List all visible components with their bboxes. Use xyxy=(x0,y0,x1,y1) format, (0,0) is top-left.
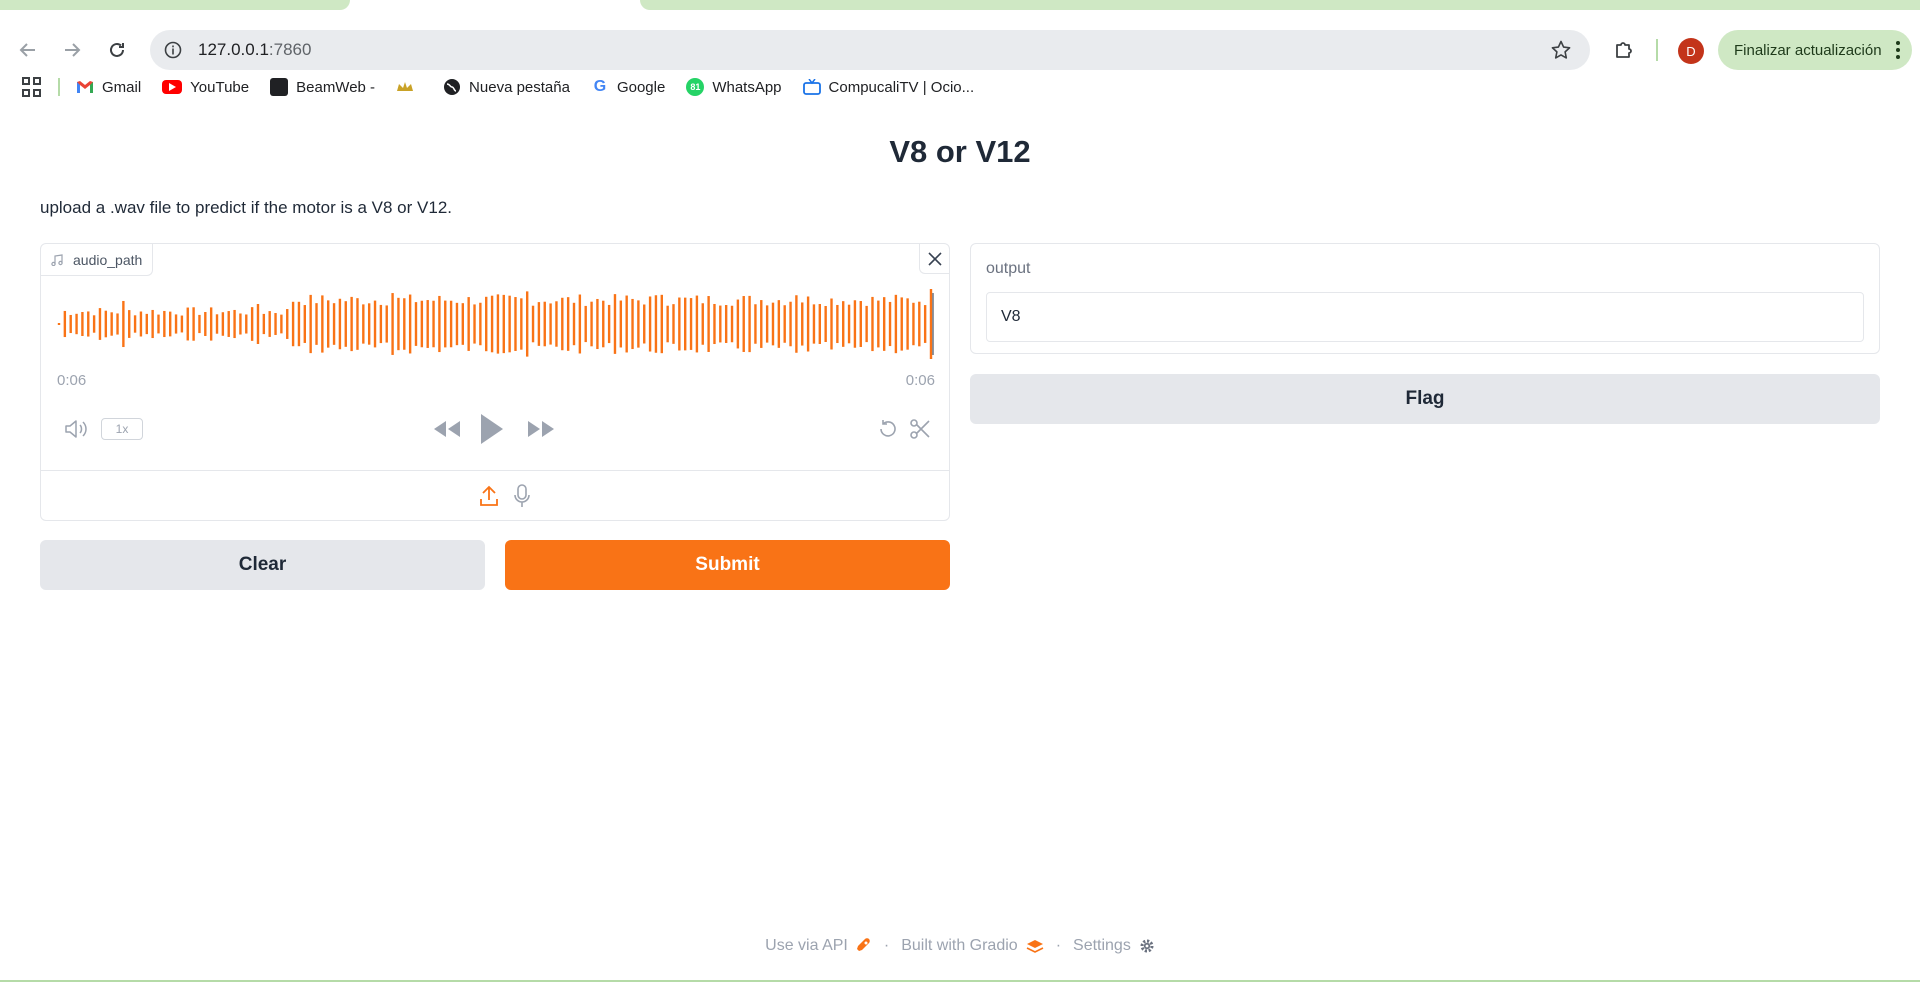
url-text[interactable]: 127.0.0.1:7860 xyxy=(198,40,311,60)
url-port: :7860 xyxy=(268,40,312,59)
bookmarks-divider xyxy=(58,78,60,96)
more-menu-icon[interactable] xyxy=(1896,41,1900,62)
bookmark-beamweb[interactable]: BeamWeb - xyxy=(270,78,375,96)
tab-edge[interactable] xyxy=(640,0,1920,10)
output-panel: output V8 xyxy=(970,243,1880,354)
audio-label-badge: audio_path xyxy=(41,244,154,276)
tab-strip xyxy=(0,0,1920,10)
whatsapp-icon: 81 xyxy=(686,78,705,96)
apps-grid-icon[interactable] xyxy=(22,77,42,97)
book-icon xyxy=(270,78,289,96)
audio-source-bar xyxy=(41,470,949,520)
playback-speed-button[interactable]: 1x xyxy=(101,418,143,440)
gradio-logo-icon xyxy=(1026,940,1044,953)
built-with-label: Built with Gradio xyxy=(901,937,1018,954)
rocket-icon xyxy=(856,938,870,951)
arrow-right-icon xyxy=(65,43,81,57)
reset-audio-button[interactable] xyxy=(875,416,901,442)
clear-audio-button[interactable] xyxy=(919,244,949,274)
bookmark-gmail[interactable]: Gmail xyxy=(76,78,141,96)
tv-icon xyxy=(802,78,821,96)
gear-icon xyxy=(1140,939,1154,953)
bookmark-label: BeamWeb - xyxy=(296,78,376,96)
gmail-icon xyxy=(76,78,94,96)
globe-icon xyxy=(443,78,461,96)
audio-label-text: audio_path xyxy=(73,251,143,268)
undo-icon xyxy=(880,420,896,437)
bookmark-compucalitv[interactable]: CompucaliTV | Ocio... xyxy=(802,78,975,96)
bookmark-label: YouTube xyxy=(190,78,250,96)
api-link-label: Use via API xyxy=(765,937,848,954)
footer-separator: · xyxy=(1055,937,1062,954)
volume-icon xyxy=(65,420,87,438)
volume-button[interactable] xyxy=(63,416,91,442)
scissors-icon xyxy=(910,419,930,439)
bookmark-youtube[interactable]: YouTube xyxy=(162,79,249,96)
microphone-source-button[interactable] xyxy=(510,483,534,509)
skip-forward-button[interactable] xyxy=(526,416,556,442)
bookmark-label: Nueva pestaña xyxy=(469,78,570,96)
address-bar[interactable]: 127.0.0.1:7860 xyxy=(150,30,1590,70)
bookmark-nueva-pestana[interactable]: Nueva pestaña xyxy=(443,78,570,96)
trim-audio-button[interactable] xyxy=(907,416,933,442)
update-button-label: Finalizar actualización xyxy=(1734,41,1882,59)
gradio-footer: Use via API · Built with Gradio · Settin… xyxy=(0,937,1920,955)
forward-button[interactable] xyxy=(52,30,92,70)
current-time: 0:06 xyxy=(57,372,87,389)
skip-backward-button[interactable] xyxy=(432,416,462,442)
microphone-icon xyxy=(514,484,530,507)
output-label: output xyxy=(986,260,1031,277)
close-icon xyxy=(927,251,942,266)
built-with-gradio-link[interactable]: Built with Gradio xyxy=(901,937,1044,955)
settings-link[interactable]: Settings xyxy=(1073,937,1155,955)
bookmark-crown[interactable] xyxy=(396,78,422,96)
active-tab-edge[interactable] xyxy=(0,0,350,10)
browser-toolbar: 127.0.0.1:7860 D Finalizar actualización xyxy=(0,10,1920,70)
toolbar-divider xyxy=(1656,39,1658,61)
reload-button[interactable] xyxy=(97,30,137,70)
upload-icon xyxy=(480,485,498,506)
output-textbox[interactable]: V8 xyxy=(986,292,1864,342)
use-via-api-link[interactable]: Use via API xyxy=(765,937,872,955)
footer-separator: · xyxy=(883,937,890,954)
app-description: upload a .wav file to predict if the mot… xyxy=(40,198,452,217)
back-button[interactable] xyxy=(8,30,48,70)
play-icon xyxy=(481,414,503,444)
bookmarks-bar: Gmail YouTube BeamWeb - Nueva pestaña G … xyxy=(0,70,1920,104)
bookmark-label: Gmail xyxy=(102,78,142,96)
bookmark-google[interactable]: G Google xyxy=(591,78,666,96)
bookmark-label: WhatsApp xyxy=(712,78,782,96)
audio-input-panel: audio_path 0:06 0:06 1x xyxy=(40,243,950,521)
audio-waveform[interactable] xyxy=(55,289,935,359)
puzzle-icon xyxy=(1616,42,1632,58)
flag-button[interactable]: Flag xyxy=(970,374,1880,424)
settings-label: Settings xyxy=(1073,937,1131,954)
clear-button[interactable]: Clear xyxy=(40,540,485,590)
fast-forward-icon xyxy=(528,421,554,437)
google-icon: G xyxy=(593,78,607,95)
submit-button[interactable]: Submit xyxy=(505,540,950,590)
rewind-icon xyxy=(434,421,460,437)
extensions-button[interactable] xyxy=(1608,34,1640,66)
bookmark-star-icon[interactable] xyxy=(1550,39,1572,66)
bookmark-whatsapp[interactable]: 81 WhatsApp xyxy=(686,78,782,96)
youtube-icon xyxy=(162,80,183,94)
total-time: 0:06 xyxy=(905,372,935,389)
bookmark-label: Google xyxy=(616,78,666,96)
crown-icon xyxy=(396,78,414,96)
upload-source-button[interactable] xyxy=(477,483,501,509)
arrow-left-icon xyxy=(19,43,35,57)
profile-avatar[interactable]: D xyxy=(1678,38,1704,64)
play-button[interactable] xyxy=(477,410,507,448)
page-title: V8 or V12 xyxy=(889,134,1031,169)
bookmark-label: CompucaliTV | Ocio... xyxy=(828,78,975,96)
site-info-icon[interactable] xyxy=(162,39,184,61)
music-note-icon xyxy=(51,253,63,266)
reload-icon xyxy=(110,42,124,57)
finish-update-button[interactable]: Finalizar actualización xyxy=(1718,30,1912,70)
url-host: 127.0.0.1 xyxy=(198,40,269,59)
